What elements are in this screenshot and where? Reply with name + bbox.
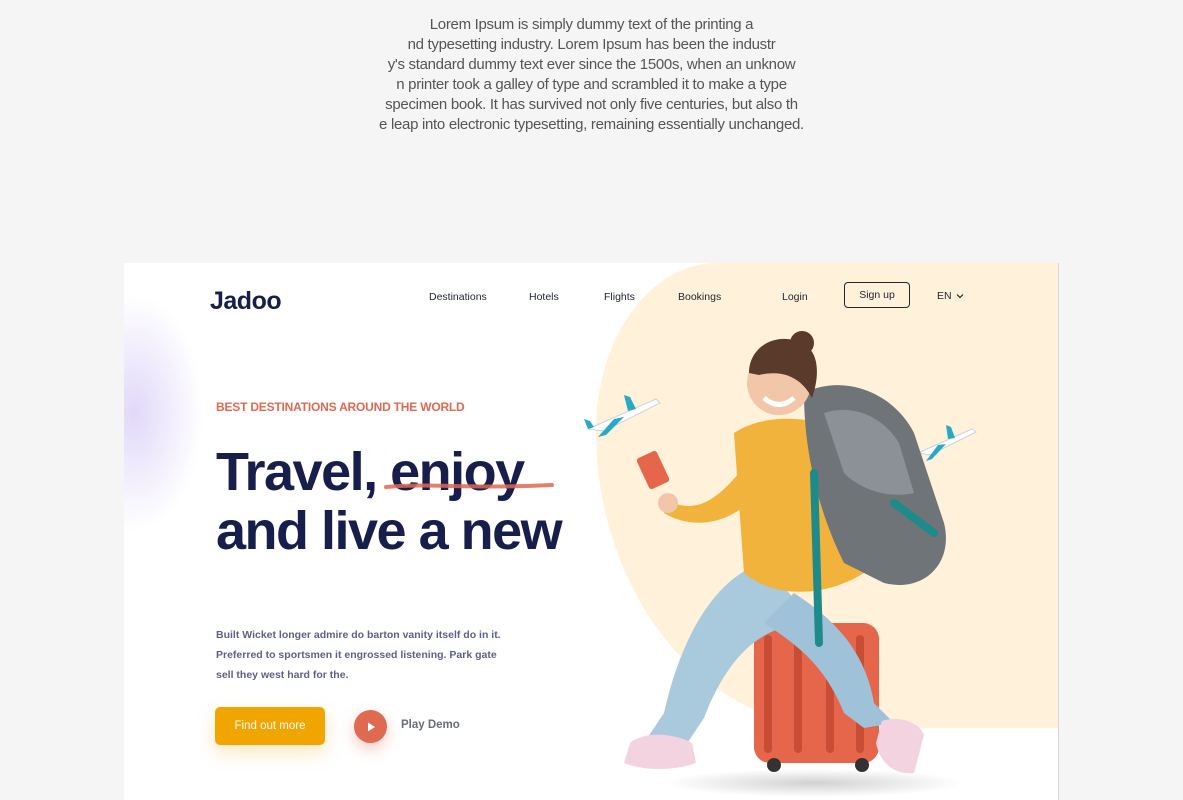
chevron-down-icon	[956, 294, 964, 299]
description-line: Built Wicket longer admire do barton van…	[216, 629, 501, 641]
hero-tagline: BEST DESTINATIONS AROUND THE WORLD	[216, 400, 465, 414]
play-demo-button[interactable]	[354, 710, 387, 743]
nav-destinations[interactable]: Destinations	[429, 291, 487, 303]
intro-line: Lorem Ipsum is simply dummy text of the …	[429, 16, 754, 33]
intro-line: n printer took a galley of type and scra…	[396, 76, 787, 93]
nav-hotels[interactable]: Hotels	[529, 291, 559, 303]
hero-headline: Travel, enjoy and live a new	[216, 442, 563, 561]
find-out-more-button[interactable]: Find out more	[215, 707, 325, 745]
traveler-photo	[624, 331, 964, 797]
intro-line: e leap into electronic typesetting, rema…	[379, 116, 804, 133]
signup-button[interactable]: Sign up	[844, 282, 910, 308]
brush-stroke-decoration	[384, 483, 554, 489]
login-link[interactable]: Login	[782, 291, 808, 303]
language-label: EN	[937, 290, 952, 302]
play-icon	[367, 722, 375, 731]
language-selector[interactable]: EN	[937, 290, 965, 302]
headline-line-1: Travel, enjoy	[216, 442, 525, 502]
description-line: Preferred to sportsmen it engrossed list…	[216, 649, 497, 661]
background-glow	[124, 293, 204, 533]
site-logo[interactable]: Jadoo	[210, 287, 282, 316]
nav-flights[interactable]: Flights	[604, 291, 635, 303]
headline-line-2: and live a new	[216, 501, 563, 561]
intro-line: specimen book. It has survived not only …	[385, 96, 798, 113]
intro-line: nd typesetting industry. Lorem Ipsum has…	[407, 36, 776, 53]
description-line: sell they west hard for the.	[216, 669, 349, 681]
play-demo-label[interactable]: Play Demo	[401, 719, 460, 731]
hero-description: Built Wicket longer admire do barton van…	[216, 625, 556, 685]
website-mockup: Jadoo Destinations Hotels Flights Bookin…	[124, 263, 1058, 800]
nav-bookings[interactable]: Bookings	[678, 291, 721, 303]
intro-text-block: Lorem Ipsum is simply dummy text of the …	[0, 15, 1183, 135]
intro-line: y's standard dummy text ever since the 1…	[387, 56, 796, 73]
